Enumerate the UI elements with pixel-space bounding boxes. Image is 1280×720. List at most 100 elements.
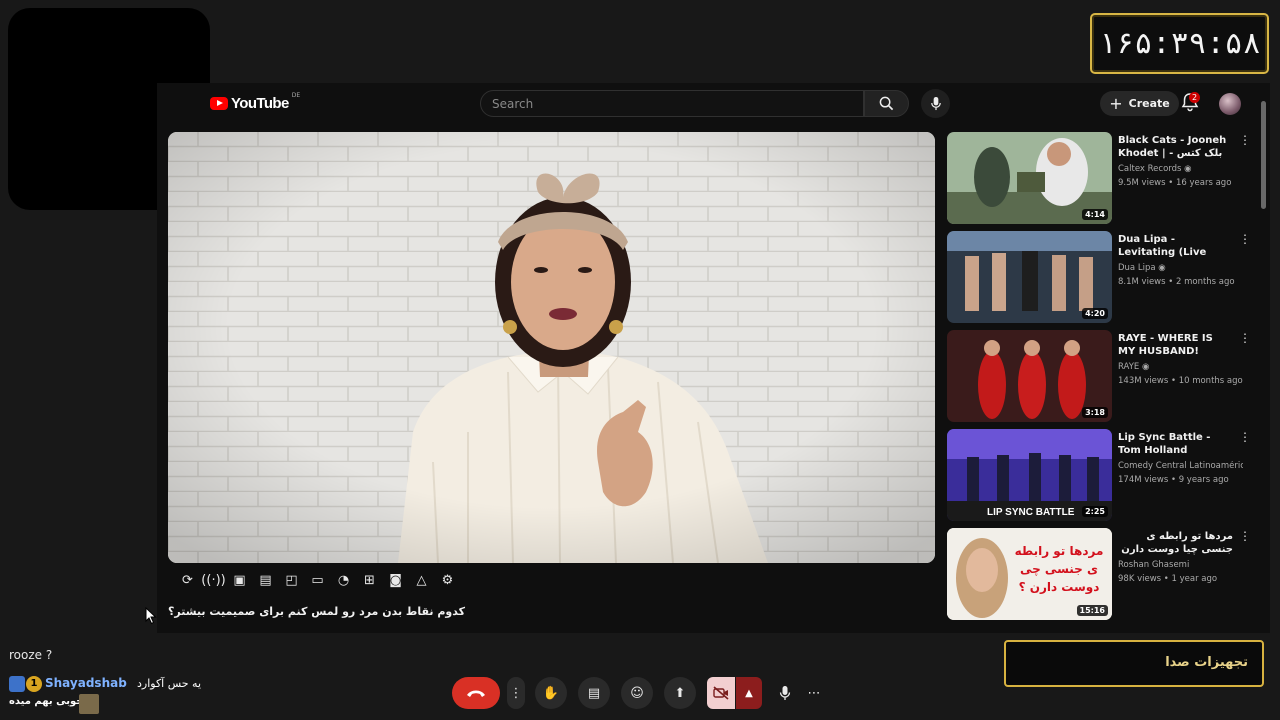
- view-count: 8.1M views: [1118, 277, 1166, 287]
- hang-up-button[interactable]: [452, 677, 500, 709]
- recommendation-thumbnail[interactable]: 3:18: [947, 330, 1112, 422]
- stream-timer: ۱۶۵:۳۹:۵۸: [1090, 13, 1269, 74]
- verified-icon: ◉: [1184, 164, 1192, 174]
- more-options-icon[interactable]: ⋮: [1239, 530, 1251, 542]
- loop-icon[interactable]: ⟳: [177, 570, 198, 591]
- chat-user-badge: 1: [26, 676, 42, 692]
- thumbnail-text: مردها تو رابطه ی جنسی چی دوست دارن ؟: [1014, 544, 1104, 594]
- search-button[interactable]: [864, 90, 909, 117]
- chat-message: 1 Shayadshab یه حس آکوارد خوبی بهم میده: [9, 676, 209, 716]
- video-title: کدوم نقاط بدن مرد رو لمس کنم برای صمیمیت…: [168, 605, 465, 618]
- view-count: 143M views: [1118, 376, 1169, 386]
- channel-name: Dua Lipa: [1118, 263, 1156, 273]
- chat-user-avatar: [9, 676, 25, 692]
- recommendation-channel[interactable]: Comedy Central Latinoamérica ◉: [1118, 461, 1243, 471]
- recommendation-channel[interactable]: Dua Lipa ◉: [1118, 263, 1243, 273]
- upload-age: 1 year ago: [1171, 574, 1218, 584]
- clapperboard-icon[interactable]: ▤: [255, 570, 276, 591]
- reactions-button[interactable]: ☺: [621, 677, 653, 709]
- recommendation-thumbnail[interactable]: 4:14: [947, 132, 1112, 224]
- subtitles-settings-icon[interactable]: ▣: [229, 570, 250, 591]
- hand-icon: ✋: [542, 685, 560, 701]
- chat-message-text: یه حس آکوارد: [137, 677, 202, 690]
- youtube-window: YouTube DE Search + Create 2 ⟳ ((·)) ▣ ▤…: [157, 83, 1270, 633]
- duration-badge: 4:14: [1082, 209, 1108, 220]
- thumbnail-text: LIP SYNC BATTLE: [987, 507, 1075, 518]
- broadcast-icon[interactable]: ((·)): [201, 570, 225, 591]
- recommendation-thumbnail[interactable]: LIP SYNC BATTLE 2:25: [947, 429, 1112, 521]
- audio-settings-widget[interactable]: تجهیزات صدا: [1004, 640, 1264, 687]
- recommendation-title[interactable]: Black Cats - Jooneh Khodet | بلک کتس - ج…: [1118, 134, 1233, 161]
- channel-name: Caltex Records: [1118, 164, 1182, 174]
- youtube-play-icon: [210, 97, 228, 110]
- recommendation-item[interactable]: مردها تو رابطه ی جنسی چی دوست دارن ؟ 15:…: [947, 528, 1257, 620]
- more-options-icon[interactable]: ⋮: [1239, 233, 1251, 245]
- recommendation-channel[interactable]: Caltex Records ◉: [1118, 164, 1243, 174]
- camera-toggle-button[interactable]: [707, 677, 735, 709]
- search-input[interactable]: Search: [480, 90, 864, 117]
- account-avatar[interactable]: [1219, 93, 1241, 115]
- duration-badge: 15:16: [1076, 605, 1108, 616]
- youtube-header: YouTube DE Search + Create 2: [157, 83, 1270, 129]
- duration-badge: 2:25: [1082, 506, 1108, 517]
- scrollbar-thumb[interactable]: [1261, 101, 1266, 209]
- extension-toolbar: ⟳ ((·)) ▣ ▤ ◰ ▭ ◔ ⊞ ◙ △ ⚙: [168, 565, 458, 595]
- upload-age: 9 years ago: [1178, 475, 1229, 485]
- screenshot-icon[interactable]: ◙: [385, 570, 406, 591]
- more-options-button[interactable]: ⋯: [802, 677, 826, 709]
- camera-options-button[interactable]: ▲: [736, 677, 762, 709]
- more-actions-button[interactable]: ⋮: [507, 677, 525, 709]
- recommendation-thumbnail[interactable]: 4:20: [947, 231, 1112, 323]
- recommendation-meta: 9.5M views • 16 years ago: [1118, 178, 1232, 188]
- chevron-up-icon: ▲: [745, 687, 753, 699]
- recommendation-item[interactable]: 4:20 Dua Lipa - Levitating (Live From Me…: [947, 231, 1257, 323]
- present-screen-icon: ⬆: [674, 685, 686, 701]
- notification-count-badge: 2: [1189, 92, 1201, 103]
- meeting-controls: ⋮ ✋ ▤ ☺ ⬆ ▲ ⋯: [452, 677, 826, 709]
- microphone-button[interactable]: [772, 677, 798, 709]
- more-options-icon[interactable]: ⋮: [1239, 431, 1251, 443]
- recommendation-channel[interactable]: RAYE ◉: [1118, 362, 1243, 372]
- add-to-playlist-icon[interactable]: ⊞: [359, 570, 380, 591]
- recommendation-title[interactable]: مردها تو رابطه ی جنسی چیا دوست دارن ؟: [1118, 530, 1233, 557]
- raise-hand-button[interactable]: ✋: [535, 677, 567, 709]
- chat-message-text: خوبی بهم میده: [9, 696, 84, 707]
- plus-icon: +: [1109, 93, 1123, 113]
- picture-in-picture-icon[interactable]: ◰: [281, 570, 302, 591]
- camera-off-icon: [713, 686, 729, 700]
- recommendation-item[interactable]: 4:14 Black Cats - Jooneh Khodet | بلک کت…: [947, 132, 1257, 224]
- recommendation-thumbnail[interactable]: مردها تو رابطه ی جنسی چی دوست دارن ؟ 15:…: [947, 528, 1112, 620]
- chat-username: Shayadshab: [45, 676, 127, 690]
- audio-settings-label: تجهیزات صدا: [1165, 655, 1248, 670]
- create-label: Create: [1128, 97, 1170, 110]
- youtube-logo[interactable]: YouTube DE: [210, 92, 300, 112]
- voice-search-button[interactable]: [921, 89, 950, 118]
- recommendation-channel[interactable]: Roshan Ghasemi: [1118, 560, 1243, 570]
- more-options-icon[interactable]: ⋮: [1239, 332, 1251, 344]
- recommendation-item[interactable]: LIP SYNC BATTLE 2:25 Lip Sync Battle - T…: [947, 429, 1257, 521]
- chat-message: rooze ?: [9, 648, 53, 662]
- captions-button[interactable]: ▤: [578, 677, 610, 709]
- vertical-dots-icon: ⋮: [509, 685, 523, 701]
- mouse-cursor-icon: [145, 606, 157, 629]
- duration-badge: 4:20: [1082, 308, 1108, 319]
- upload-age: 16 years ago: [1175, 178, 1232, 188]
- verified-icon: ◉: [1158, 263, 1166, 273]
- recommendation-item[interactable]: 3:18 RAYE - WHERE IS MY HUSBAND! (Offici…: [947, 330, 1257, 422]
- gear-icon[interactable]: ⚙: [437, 570, 458, 591]
- microphone-icon: [930, 96, 941, 111]
- recommendation-title[interactable]: Dua Lipa - Levitating (Live From Mexico): [1118, 233, 1233, 260]
- recommendation-title[interactable]: RAYE - WHERE IS MY HUSBAND! (Official ..…: [1118, 332, 1233, 359]
- recommendation-meta: 8.1M views • 2 months ago: [1118, 277, 1235, 287]
- present-button[interactable]: ⬆: [664, 677, 696, 709]
- recommendation-title[interactable]: Lip Sync Battle - Tom Holland: [1118, 431, 1233, 457]
- channel-name: Comedy Central Latinoamérica: [1118, 461, 1243, 471]
- youtube-logo-text: YouTube: [231, 95, 289, 112]
- flask-icon[interactable]: △: [411, 570, 432, 591]
- more-options-icon[interactable]: ⋮: [1239, 134, 1251, 146]
- speed-icon[interactable]: ◔: [333, 570, 354, 591]
- video-player[interactable]: [168, 132, 935, 563]
- recommendation-meta: 174M views • 9 years ago: [1118, 475, 1229, 485]
- create-button[interactable]: + Create: [1100, 91, 1179, 116]
- theater-mode-icon[interactable]: ▭: [307, 570, 328, 591]
